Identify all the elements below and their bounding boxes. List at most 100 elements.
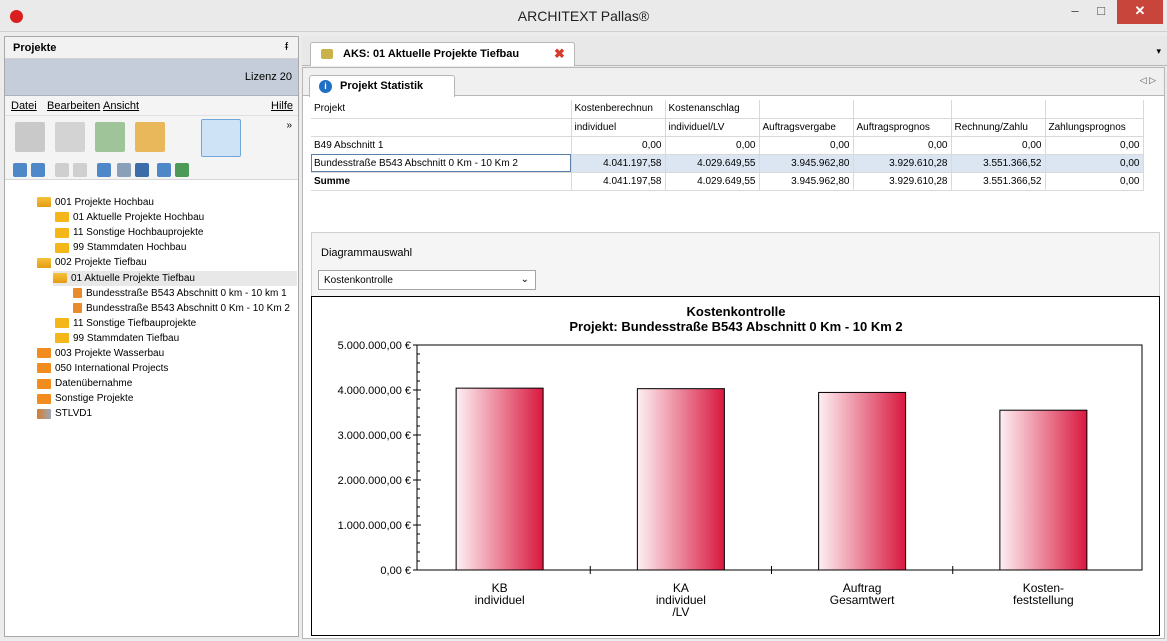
collapse-icon[interactable] <box>31 163 45 177</box>
table-cell[interactable] <box>759 100 854 119</box>
tree-node[interactable]: 99 Stammdaten Tiefbau <box>55 331 179 346</box>
table-cell[interactable]: 0,00 <box>665 136 760 155</box>
table-cell[interactable]: Projekt <box>311 100 572 119</box>
table-row[interactable]: Summe 4.041.197,58 4.029.649,55 3.945.962,8… <box>311 172 1144 191</box>
tree-node[interactable]: 11 Sonstige Hochbauprojekte <box>55 225 203 240</box>
menu-hilfe[interactable]: Hilfe <box>271 100 293 112</box>
tree-node[interactable]: 11 Sonstige Tiefbauprojekte <box>55 316 196 331</box>
bar <box>818 391 907 571</box>
menu-bearbeiten[interactable]: Bearbeiten <box>47 100 100 112</box>
table-cell[interactable] <box>1045 100 1144 119</box>
pin-icon[interactable]: ᵮ <box>285 41 288 53</box>
table-cell[interactable]: 0,00 <box>951 136 1046 155</box>
globe-window-icon[interactable] <box>95 122 125 152</box>
filter-settings-icon[interactable] <box>117 163 131 177</box>
menu-datei[interactable]: Datei <box>11 100 37 112</box>
globe-icon[interactable] <box>175 163 189 177</box>
table-header-row[interactable]: Projekt Kostenberechnun Kostenanschlag <box>311 100 1144 119</box>
tab-projekt-statistik[interactable]: i Projekt Statistik <box>309 75 455 97</box>
tree-node[interactable]: 99 Stammdaten Hochbau <box>55 240 186 255</box>
table-cell[interactable]: 3.551.366,52 <box>951 172 1046 191</box>
table-cell[interactable]: Zahlungsprognos <box>1045 118 1144 137</box>
project-view-icon[interactable] <box>201 119 241 157</box>
table-cell[interactable]: 3.929.610,28 <box>853 154 952 173</box>
tree-node-label: Bundesstraße B543 Abschnitt 0 Km - 10 Km… <box>86 302 290 314</box>
close-tab-icon[interactable]: ✖ <box>554 46 565 62</box>
table-cell[interactable]: Rechnung/Zahlu <box>951 118 1046 137</box>
table-cell[interactable]: 4.029.649,55 <box>665 154 760 173</box>
menu-bar: Datei Bearbeiten Ansicht Hilfe <box>5 96 298 116</box>
table-cell[interactable]: 4.041.197,58 <box>571 172 666 191</box>
copy-icon[interactable] <box>55 163 69 177</box>
tree-node[interactable]: 002 Projekte Tiefbau <box>37 255 147 270</box>
table-cell[interactable]: 3.929.610,28 <box>853 172 952 191</box>
tree-node-label: 01 Aktuelle Projekte Hochbau <box>73 212 205 224</box>
table-cell[interactable]: 0,00 <box>759 136 854 155</box>
download-icon[interactable] <box>55 122 85 152</box>
paste-icon[interactable] <box>73 163 87 177</box>
table-cell[interactable]: individuel <box>571 118 666 137</box>
table-cell[interactable]: Kostenberechnun <box>571 100 666 119</box>
tree-node[interactable]: Sonstige Projekte <box>37 391 133 406</box>
database-icon[interactable] <box>15 122 45 152</box>
tree-node[interactable]: Bundesstraße B543 Abschnitt 0 km - 10 km… <box>73 286 287 301</box>
table-cell[interactable]: B49 Abschnitt 1 <box>311 136 572 155</box>
table-cell[interactable]: 3.551.366,52 <box>951 154 1046 173</box>
diagram-select[interactable]: Kostenkontrolle ⌄ <box>318 270 536 290</box>
tree-node[interactable]: STLVD1 <box>37 406 92 421</box>
table-row[interactable]: Bundesstraße B543 Abschnitt 0 Km - 10 Km… <box>311 154 1144 173</box>
table-cell[interactable] <box>853 100 952 119</box>
tree-node-label: 001 Projekte Hochbau <box>55 197 154 208</box>
tree-node-label: 11 Sonstige Tiefbauprojekte <box>73 317 197 329</box>
table-cell[interactable]: 4.041.197,58 <box>571 154 666 173</box>
document-tab[interactable]: AKS: 01 Aktuelle Projekte Tiefbau ✖ <box>310 42 575 66</box>
menu-ansicht[interactable]: Ansicht <box>103 100 139 112</box>
tree-node-label: Datenübernahme <box>55 378 133 390</box>
tree-node[interactable]: Bundesstraße B543 Abschnitt 0 Km - 10 Km… <box>73 301 290 316</box>
filter-icon[interactable] <box>135 163 149 177</box>
table-cell[interactable]: individuel/LV <box>665 118 760 137</box>
toolbar-overflow-icon[interactable]: » <box>286 120 292 131</box>
table-cell[interactable] <box>951 100 1046 119</box>
tab-list-dropdown-icon[interactable]: ▾ <box>1156 46 1161 57</box>
table-cell[interactable]: 0,00 <box>571 136 666 155</box>
signpost-icon[interactable] <box>135 122 165 152</box>
tree-node[interactable]: 003 Projekte Wasserbau <box>37 346 164 361</box>
tree-node[interactable]: 050 International Projects <box>37 361 168 376</box>
tab-nav-arrows[interactable]: ◁ ▷ <box>1140 75 1156 86</box>
folder-orange-icon <box>37 348 51 359</box>
projects-panel-title: Projekte <box>13 42 57 54</box>
table-cell[interactable] <box>311 118 572 137</box>
tree-node[interactable]: 001 Projekte Hochbau <box>37 195 154 210</box>
y-tick-label: 1.000.000,00 € <box>338 520 411 532</box>
expand-icon[interactable] <box>13 163 27 177</box>
x-tick-label: /LV <box>672 605 689 619</box>
tree-node[interactable]: 01 Aktuelle Projekte Hochbau <box>55 210 204 225</box>
window-title: ARCHITEXT Pallas® <box>517 8 650 24</box>
table-cell[interactable]: 4.029.649,55 <box>665 172 760 191</box>
table-cell[interactable]: Auftragsprognos <box>853 118 952 137</box>
sync-icon[interactable] <box>157 163 171 177</box>
search-icon[interactable] <box>97 163 111 177</box>
maximize-button[interactable]: □ <box>1088 0 1114 24</box>
folder-icon <box>55 318 69 329</box>
table-cell[interactable]: 0,00 <box>1045 154 1144 173</box>
table-subheader-row[interactable]: individuel individuel/LV Auftragsvergabe Au… <box>311 118 1144 137</box>
document-tab-label: AKS: 01 Aktuelle Projekte Tiefbau <box>343 48 520 60</box>
table-cell[interactable]: 0,00 <box>1045 172 1144 191</box>
close-window-button[interactable]: ✕ <box>1117 0 1163 24</box>
table-cell[interactable]: 0,00 <box>853 136 952 155</box>
tree-node-label: 11 Sonstige Hochbauprojekte <box>73 227 204 239</box>
tree-node[interactable]: 01 Aktuelle Projekte Tiefbau <box>53 270 297 286</box>
table-cell[interactable]: Summe <box>311 172 572 191</box>
table-cell[interactable]: 3.945.962,80 <box>759 172 854 191</box>
table-cell[interactable]: Auftragsvergabe <box>759 118 854 137</box>
tree-node[interactable]: Datenübernahme <box>37 376 132 391</box>
minimize-button[interactable]: – <box>1062 0 1088 24</box>
table-cell[interactable]: Kostenanschlag <box>665 100 760 119</box>
table-row[interactable]: B49 Abschnitt 1 0,00 0,00 0,00 0,00 0,00 0,00 <box>311 136 1144 155</box>
table-cell[interactable]: Bundesstraße B543 Abschnitt 0 Km - 10 Km… <box>311 154 572 173</box>
table-cell[interactable]: 3.945.962,80 <box>759 154 854 173</box>
toolbar-small <box>5 160 298 180</box>
table-cell[interactable]: 0,00 <box>1045 136 1144 155</box>
